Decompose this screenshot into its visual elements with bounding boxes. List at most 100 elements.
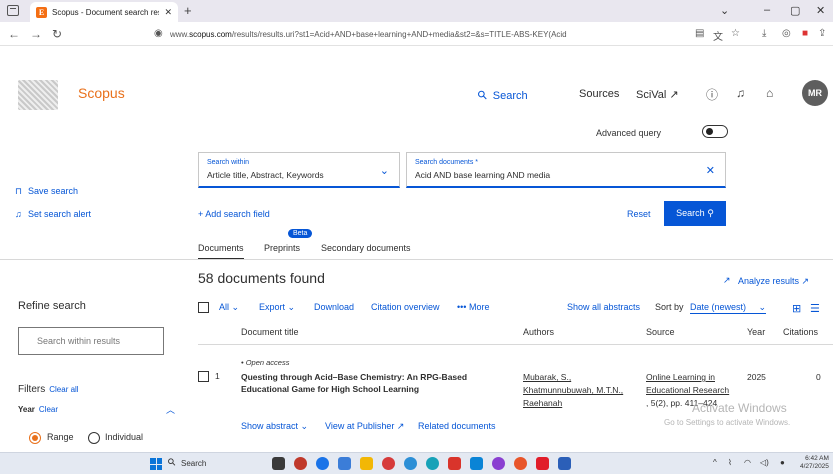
- institution-icon[interactable]: ⌂: [766, 86, 773, 100]
- add-search-field-button[interactable]: + Add search field: [198, 209, 270, 219]
- browser-tab-bar: E Scopus - Document search resu ✕ + ⌄ – …: [0, 0, 833, 22]
- show-all-abstracts-button[interactable]: Show all abstracts: [567, 302, 640, 312]
- result-title-link[interactable]: Questing through Acid–Base Chemistry: An…: [241, 371, 481, 395]
- download-button[interactable]: Download: [314, 302, 354, 312]
- taskbar-search[interactable]: Search: [167, 456, 247, 472]
- tab-documents[interactable]: Documents: [198, 243, 244, 260]
- file-explorer-icon[interactable]: [360, 457, 373, 470]
- author-link[interactable]: Khatmunnubuwah, M.T.N.,: [523, 384, 623, 396]
- reset-button[interactable]: Reset: [627, 209, 651, 219]
- read-mode-icon[interactable]: ▤: [695, 28, 704, 39]
- reload-icon[interactable]: ↻: [52, 27, 62, 41]
- network-icon[interactable]: ⌇: [728, 458, 732, 467]
- tray-app-icon[interactable]: ●: [780, 458, 785, 467]
- tab-actions-icon[interactable]: [7, 5, 19, 16]
- site-info-icon[interactable]: ◉: [154, 28, 163, 39]
- tab-list-chevron-icon[interactable]: ⌄: [720, 4, 729, 17]
- scopus-brand[interactable]: Scopus: [78, 85, 125, 101]
- range-radio[interactable]: [29, 432, 41, 444]
- range-label: Range: [47, 432, 74, 442]
- app-icon[interactable]: [338, 457, 351, 470]
- new-tab-button[interactable]: +: [184, 3, 192, 18]
- list-view-icon[interactable]: ☰: [810, 302, 820, 315]
- col-citations[interactable]: Citations: [783, 327, 818, 337]
- wifi-icon[interactable]: ◠: [744, 458, 751, 467]
- tab-preprints[interactable]: Preprints: [264, 243, 300, 253]
- clear-input-icon[interactable]: ✕: [706, 164, 715, 177]
- select-all-checkbox[interactable]: [198, 302, 209, 313]
- search-within-select[interactable]: Search within Article title, Abstract, K…: [198, 152, 400, 188]
- app-icon[interactable]: [404, 457, 417, 470]
- minimize-icon[interactable]: –: [764, 4, 770, 16]
- extensions-icon[interactable]: ◎: [782, 28, 791, 39]
- clear-all-link[interactable]: Clear all: [49, 385, 78, 394]
- nav-scival[interactable]: SciVal ↗: [636, 88, 679, 101]
- grid-view-icon[interactable]: ⊞: [792, 302, 801, 315]
- translate-icon[interactable]: 文: [713, 28, 723, 43]
- app-icon[interactable]: [382, 457, 395, 470]
- app-icon[interactable]: [492, 457, 505, 470]
- citation-overview-button[interactable]: Citation overview: [371, 302, 440, 312]
- nav-search[interactable]: Search: [478, 88, 528, 102]
- favorite-star-icon[interactable]: ☆: [731, 28, 740, 39]
- search-within-label: Search within: [207, 159, 250, 166]
- downloads-icon[interactable]: ⤓: [762, 28, 766, 39]
- set-search-alert-link[interactable]: ♫ Set search alert: [15, 209, 91, 219]
- select-all-dropdown[interactable]: All ⌄: [219, 302, 239, 313]
- advanced-query-toggle[interactable]: [702, 125, 728, 138]
- nav-sources[interactable]: Sources: [579, 88, 619, 100]
- app-icon[interactable]: [294, 457, 307, 470]
- notifications-bell-icon[interactable]: ♫: [736, 86, 745, 100]
- col-document-title[interactable]: Document title: [241, 327, 299, 337]
- windows-start-icon[interactable]: [150, 458, 162, 470]
- search-within-results-input[interactable]: Search within results: [18, 327, 164, 355]
- app-icon[interactable]: [426, 457, 439, 470]
- opera-icon[interactable]: [536, 457, 549, 470]
- view-at-publisher-link[interactable]: View at Publisher ↗: [325, 421, 404, 432]
- taskbar-clock[interactable]: 6:42 AM 4/27/2025: [800, 455, 829, 471]
- col-year[interactable]: Year: [747, 327, 765, 337]
- window-close-icon[interactable]: ✕: [816, 4, 825, 17]
- app-icon[interactable]: [470, 457, 483, 470]
- individual-radio[interactable]: [88, 432, 100, 444]
- results-count-title: 58 documents found: [198, 270, 325, 286]
- sort-select[interactable]: Date (newest) ⌄: [690, 302, 767, 314]
- task-view-icon[interactable]: [272, 457, 285, 470]
- source-link[interactable]: Online Learning in: [646, 371, 715, 383]
- tray-chevron-icon[interactable]: ^: [713, 458, 717, 467]
- search-documents-label: Search documents *: [415, 159, 479, 166]
- word-icon[interactable]: [558, 457, 571, 470]
- back-icon[interactable]: ←: [8, 27, 20, 41]
- author-link[interactable]: Raehanah: [523, 397, 562, 409]
- row-checkbox[interactable]: [198, 371, 209, 382]
- col-source[interactable]: Source: [646, 327, 675, 337]
- url-field[interactable]: www.scopus.com/results/results.uri?st1=A…: [170, 25, 690, 43]
- year-clear-link[interactable]: Clear: [39, 405, 58, 414]
- tab-secondary-documents[interactable]: Secondary documents: [321, 243, 411, 253]
- app-icon[interactable]: [448, 457, 461, 470]
- analyze-results-link[interactable]: Analyze results ↗: [738, 276, 809, 287]
- col-authors[interactable]: Authors: [523, 327, 554, 337]
- app-icon[interactable]: [514, 457, 527, 470]
- share-icon[interactable]: ⇪: [818, 28, 826, 39]
- browser-tab[interactable]: E Scopus - Document search resu ✕: [30, 2, 178, 22]
- volume-icon[interactable]: ◁): [760, 458, 769, 467]
- export-dropdown[interactable]: Export ⌄: [259, 302, 295, 313]
- forward-icon[interactable]: →: [30, 27, 42, 41]
- help-icon[interactable]: ⓘ: [706, 86, 718, 103]
- maximize-icon[interactable]: ▢: [790, 4, 800, 17]
- more-button[interactable]: ••• More: [457, 302, 489, 312]
- author-link[interactable]: Mubarak, S.,: [523, 371, 571, 383]
- related-documents-link[interactable]: Related documents: [418, 421, 496, 431]
- show-abstract-button[interactable]: Show abstract ⌄: [241, 421, 308, 432]
- user-avatar[interactable]: MR: [802, 80, 828, 106]
- search-documents-input[interactable]: Search documents * Acid AND base learnin…: [406, 152, 726, 188]
- source-link[interactable]: Educational Research: [646, 384, 729, 396]
- tab-close-icon[interactable]: ✕: [164, 7, 172, 18]
- chrome-icon[interactable]: [316, 457, 329, 470]
- search-submit-button[interactable]: Search ⚲: [664, 201, 726, 226]
- elsevier-logo[interactable]: [18, 80, 58, 110]
- mendeley-extension-icon[interactable]: ■: [802, 28, 808, 39]
- chevron-up-icon[interactable]: ︿: [166, 403, 175, 416]
- save-search-link[interactable]: ⊓ Save search: [15, 186, 78, 196]
